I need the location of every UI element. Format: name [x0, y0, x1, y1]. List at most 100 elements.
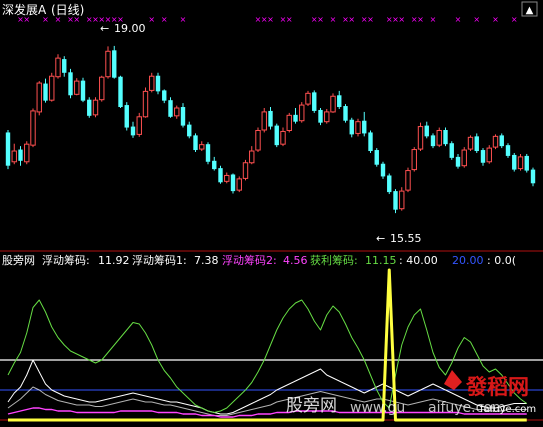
- candle-body: [368, 132, 373, 152]
- signal-marker: ×: [286, 15, 293, 24]
- candle-body: [218, 168, 223, 183]
- candle: [162, 89, 167, 104]
- chart-canvas[interactable]: 深发展 A (日线) ▲ × × × × × × × × × × × × × × × × × × × × × × × × × × ×…: [0, 0, 543, 427]
- candle: [517, 153, 524, 171]
- candle-body: [461, 149, 467, 167]
- high-price-label: 19.00: [114, 22, 146, 35]
- candle-body: [112, 50, 117, 78]
- candle: [218, 165, 223, 184]
- signal-marker: ×: [455, 15, 462, 24]
- candle-body: [405, 170, 411, 191]
- candle-body: [105, 50, 111, 78]
- signal-marker: ×: [511, 15, 518, 24]
- candle: [492, 134, 499, 150]
- candle: [374, 148, 379, 167]
- fudong1-value: 7.38: [194, 254, 219, 267]
- watermark-left: 股旁网: [286, 396, 337, 416]
- candle: [168, 97, 173, 118]
- candle-body: [174, 107, 180, 117]
- candle: [236, 176, 242, 193]
- candle: [480, 148, 486, 166]
- signal-marker: ×: [267, 15, 274, 24]
- candle-body: [324, 111, 330, 123]
- candle-body: [512, 154, 517, 170]
- candle-body: [330, 95, 336, 113]
- candle: [180, 103, 186, 128]
- candle: [512, 152, 517, 172]
- candle-body: [55, 57, 61, 78]
- candle: [92, 97, 99, 118]
- watermark-middle: www.gu: [350, 400, 405, 416]
- candle-body: [293, 114, 298, 122]
- candle: [337, 90, 342, 109]
- candle-body: [524, 155, 529, 171]
- candle-body: [11, 150, 17, 163]
- candle-body: [393, 191, 398, 210]
- signal-marker: ×: [330, 15, 337, 24]
- candle: [49, 72, 55, 102]
- candle: [330, 93, 336, 113]
- indicator-series: [0, 268, 543, 422]
- candle-body: [130, 126, 136, 136]
- candle: [380, 161, 386, 179]
- signal-marker: ×: [317, 15, 324, 24]
- candle-body: [5, 132, 11, 166]
- candle: [142, 87, 149, 118]
- candle-body: [149, 75, 155, 91]
- candle-body: [155, 75, 161, 92]
- candle-body: [411, 149, 417, 171]
- candle: [461, 147, 467, 168]
- signal-marker: ×: [430, 15, 437, 24]
- candle-body: [399, 190, 405, 210]
- candle-body: [268, 110, 273, 127]
- candle: [130, 121, 136, 138]
- candle-body: [280, 130, 286, 145]
- candle-body: [374, 150, 379, 165]
- candle-body: [499, 135, 504, 147]
- candle: [199, 141, 205, 152]
- candle-body: [362, 120, 367, 134]
- low-price-label: 15.55: [390, 232, 422, 245]
- candle: [305, 90, 311, 107]
- candle-body: [349, 119, 354, 135]
- candle: [118, 75, 123, 108]
- candle-body: [424, 125, 429, 137]
- candle: [449, 141, 454, 160]
- candle: [417, 122, 424, 152]
- signal-marker: ×: [492, 15, 499, 24]
- signal-marker: ×: [73, 15, 80, 24]
- candle: [286, 112, 292, 133]
- candle-body: [212, 160, 217, 170]
- candle: [261, 108, 267, 133]
- candle: [324, 108, 330, 124]
- candle-body: [193, 135, 198, 151]
- candle-body: [492, 135, 499, 148]
- candle-body: [80, 80, 86, 101]
- signal-marker: ×: [148, 15, 155, 24]
- candle: [486, 145, 492, 164]
- candle: [155, 72, 161, 95]
- candle: [455, 153, 461, 169]
- candle-body: [242, 162, 249, 179]
- candle-body: [337, 95, 342, 108]
- candle-body: [49, 75, 55, 101]
- candle: [230, 173, 236, 194]
- signal-marker: ×: [417, 15, 424, 24]
- signal-marker: ×: [55, 15, 62, 24]
- candlestick-series: [5, 45, 536, 214]
- fudong1-label: 浮动筹码1:: [132, 253, 187, 267]
- candle: [499, 133, 504, 149]
- candle-body: [36, 82, 42, 113]
- candle: [436, 127, 442, 148]
- candle-body: [274, 125, 279, 146]
- candle: [343, 104, 348, 123]
- candle-body: [180, 107, 186, 126]
- candle: [405, 167, 411, 193]
- candle: [355, 118, 361, 137]
- candle-body: [480, 150, 486, 163]
- stock-chart-window: 深发展 A (日线) ▲ × × × × × × × × × × × × × × × × × × × × × × × × × × ×…: [0, 0, 543, 427]
- candle: [530, 167, 536, 187]
- candle-body: [68, 72, 73, 96]
- level40-value: : 40.00: [399, 254, 438, 267]
- candle-body: [505, 145, 511, 156]
